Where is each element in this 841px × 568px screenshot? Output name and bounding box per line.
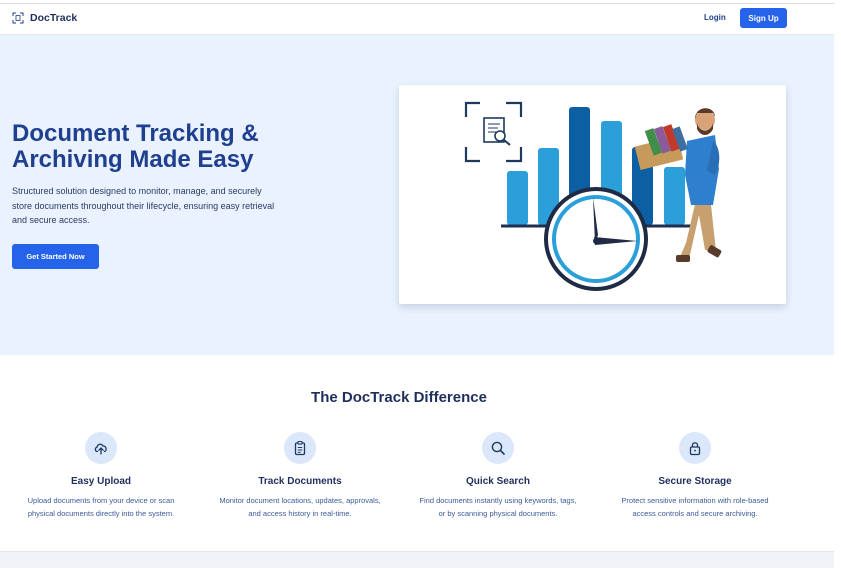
feature-quick-search: Quick Search Find documents instantly us… [403, 432, 593, 520]
feature-icon-circle [482, 432, 514, 464]
feature-track-documents: Track Documents Monitor document locatio… [205, 432, 395, 520]
feature-desc-line1: Upload documents from your device or sca… [27, 496, 175, 505]
feature-desc-line2: physical documents directly into the sys… [27, 508, 175, 518]
search-icon [491, 441, 505, 455]
footer-strip [0, 551, 834, 568]
clock-graphic [544, 187, 648, 291]
feature-description: Monitor document locations, updates, app… [205, 495, 395, 520]
feature-title: Quick Search [466, 476, 530, 487]
feature-icon-circle [679, 432, 711, 464]
feature-desc-line1: Find documents instantly using keywords,… [419, 496, 577, 505]
cloud-upload-icon [94, 443, 107, 455]
clipboard-icon [294, 440, 306, 456]
feature-title: Easy Upload [70, 476, 132, 487]
get-started-button[interactable]: Get Started Now [12, 244, 99, 269]
feature-icon-circle [284, 432, 316, 464]
login-link[interactable]: Login [704, 13, 726, 22]
brand[interactable]: DocTrack [12, 12, 77, 24]
folder-stack-graphic [634, 124, 688, 170]
scan-frame-icon [464, 101, 523, 163]
feature-title: Secure Storage [658, 476, 732, 487]
feature-desc-line1: Protect sensitive information with role-… [621, 496, 769, 505]
feature-icon-circle [85, 432, 117, 464]
hero-title: Document Tracking & Archiving Made Easy [12, 121, 312, 173]
hero-description: Structured solution designed to monitor,… [12, 186, 275, 225]
hero-illustration [399, 85, 786, 304]
feature-desc-line1: Monitor document locations, updates, app… [219, 496, 381, 505]
brand-name: DocTrack [30, 12, 78, 24]
feature-description: Protect sensitive information with role-… [600, 495, 790, 520]
feature-desc-line2: and access history in real-time. [248, 508, 352, 518]
feature-easy-upload: Easy Upload Upload documents from your d… [6, 432, 196, 520]
signup-button[interactable]: Sign Up [740, 8, 787, 28]
feature-desc-line2: or by scanning physical documents. [438, 508, 558, 518]
hero-section: Document Tracking & Archiving Made Easy … [0, 35, 834, 355]
navbar: DocTrack Login Sign Up [0, 4, 834, 35]
feature-description: Upload documents from your device or sca… [6, 495, 196, 520]
hero-title-line1: Document Tracking & [12, 120, 259, 147]
feature-secure-storage: Secure Storage Protect sensitive informa… [600, 432, 790, 520]
feature-description: Find documents instantly using keywords,… [403, 495, 593, 520]
scan-document-icon [12, 12, 24, 24]
lock-icon [689, 442, 701, 456]
feature-desc-line2: access controls and secure archiving. [632, 508, 758, 518]
hero-title-line2: Archiving Made Easy [12, 146, 254, 173]
features-title: The DocTrack Difference [311, 389, 487, 406]
feature-title: Track Documents [258, 476, 342, 487]
